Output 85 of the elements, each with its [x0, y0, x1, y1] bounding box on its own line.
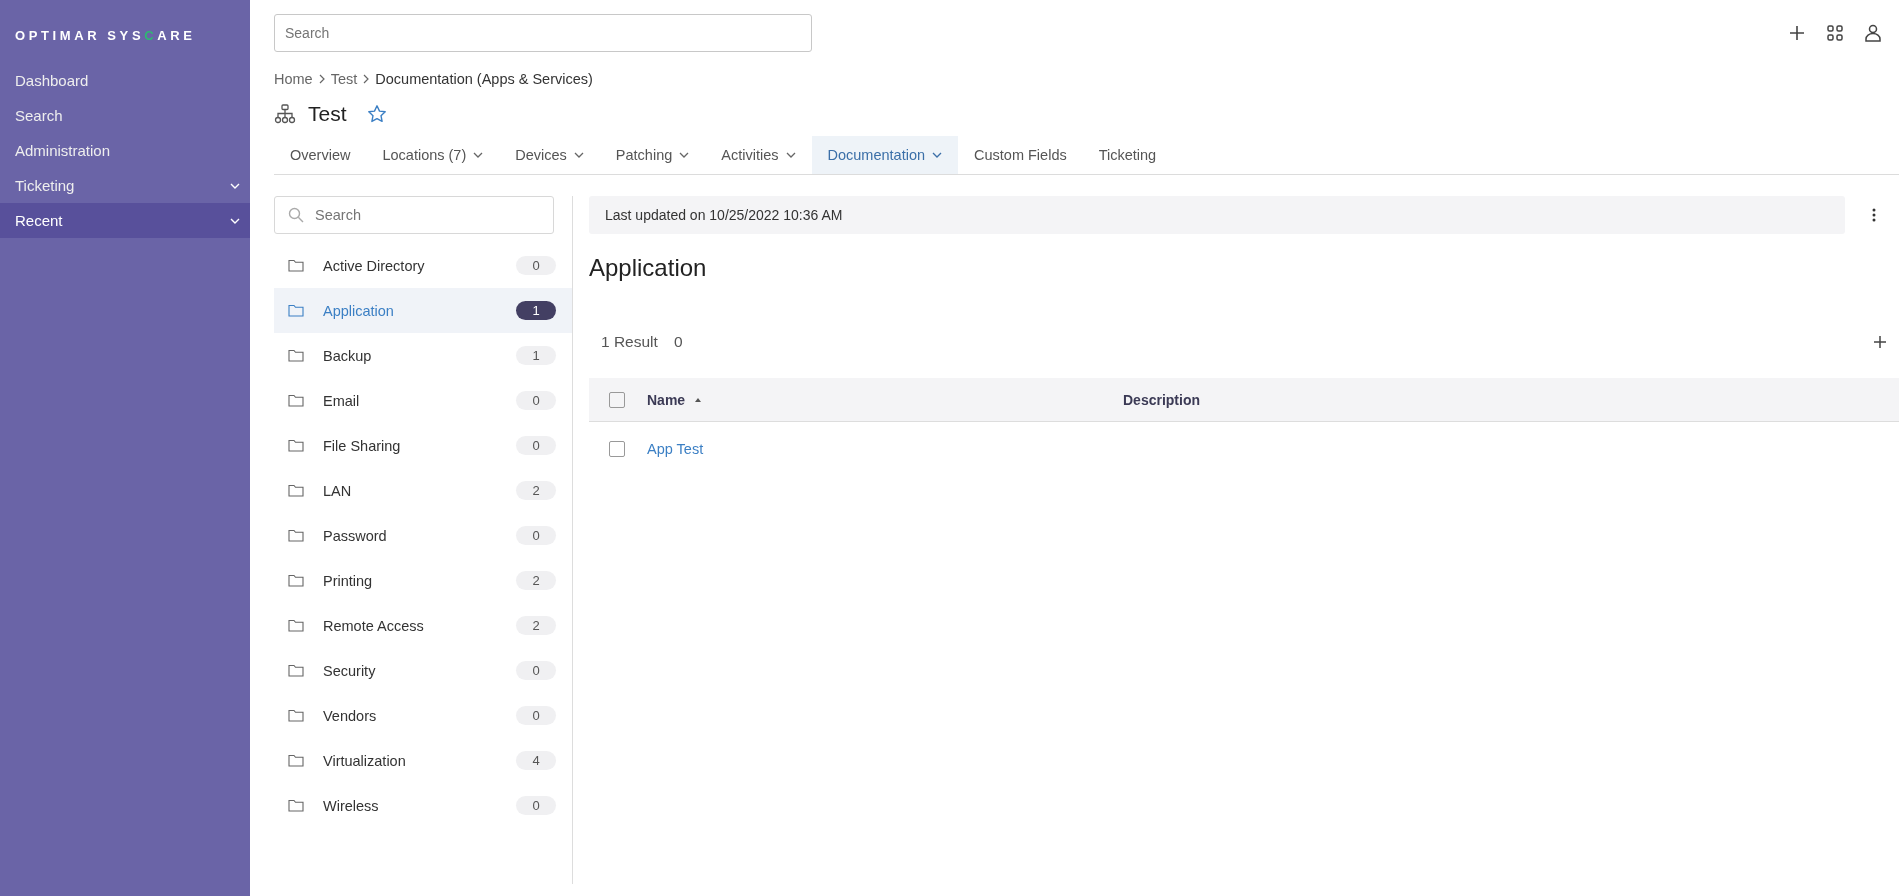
tab[interactable]: Ticketing [1082, 136, 1173, 174]
folder-icon [288, 259, 304, 272]
folder-icon [288, 439, 304, 452]
result-extra: 0 [673, 333, 683, 351]
count-badge: 0 [516, 256, 556, 275]
folder-icon [288, 304, 304, 317]
folder-item[interactable]: Email 0 [274, 378, 572, 423]
sidebar-item[interactable]: Ticketing [0, 168, 250, 203]
tab[interactable]: Overview [274, 136, 367, 174]
folder-item[interactable]: Active Directory 0 [274, 243, 572, 288]
folder-icon [288, 574, 304, 587]
folder-item[interactable]: Application 1 [274, 288, 572, 333]
sidebar-item[interactable]: Search [0, 98, 250, 133]
folder-item[interactable]: LAN 2 [274, 468, 572, 513]
folder-item[interactable]: Remote Access 2 [274, 603, 572, 648]
plus-icon[interactable] [1873, 335, 1887, 349]
chevron-icon [785, 152, 796, 158]
folder-icon [288, 709, 304, 722]
last-updated-bar: Last updated on 10/25/2022 10:36 AM [589, 196, 1845, 234]
tab[interactable]: Locations (7) [366, 136, 500, 174]
grid-icon[interactable] [1827, 25, 1843, 41]
breadcrumb-separator-icon [363, 74, 370, 84]
checkbox[interactable] [609, 441, 625, 457]
count-badge: 4 [516, 751, 556, 770]
count-badge: 1 [516, 301, 556, 320]
folder-item[interactable]: Vendors 0 [274, 693, 572, 738]
chevron-icon [230, 182, 240, 189]
count-badge: 2 [516, 481, 556, 500]
folder-item[interactable]: Backup 1 [274, 333, 572, 378]
folder-icon [288, 394, 304, 407]
chevron-icon [230, 217, 240, 224]
sort-icon [695, 397, 702, 402]
chevron-icon [573, 152, 584, 158]
count-badge: 0 [516, 391, 556, 410]
folder-icon [288, 664, 304, 677]
breadcrumb-separator-icon [318, 74, 325, 84]
search-field[interactable]: Search [274, 14, 812, 52]
folder-item[interactable]: Wireless 0 [274, 783, 572, 828]
tab[interactable]: Activities [705, 136, 812, 174]
folder-item[interactable]: File Sharing 0 [274, 423, 572, 468]
breadcrumb-link[interactable]: Test [330, 71, 358, 87]
chevron-icon [932, 152, 943, 158]
chevron-icon [473, 152, 484, 158]
checkbox[interactable] [609, 391, 625, 408]
breadcrumb-link[interactable]: Home [274, 71, 313, 87]
plus-icon[interactable] [1789, 25, 1805, 41]
column-header[interactable]: Name [647, 391, 702, 408]
count-badge: 0 [516, 796, 556, 815]
folder-item[interactable]: Virtualization 4 [274, 738, 572, 783]
folder-icon [288, 484, 304, 497]
count-badge: 0 [516, 436, 556, 455]
folder-icon [288, 529, 304, 542]
section-title: Application [589, 254, 708, 283]
chevron-icon [679, 152, 690, 158]
item-link[interactable]: App Test [647, 441, 704, 457]
folder-item[interactable]: Security 0 [274, 648, 572, 693]
tab[interactable]: Patching [599, 136, 706, 174]
tab[interactable]: Devices [499, 136, 600, 174]
count-badge: 2 [516, 616, 556, 635]
user-icon[interactable] [1865, 24, 1881, 42]
breadcrumb-current: Documentation (Apps & Services) [375, 71, 593, 87]
folder-icon [288, 349, 304, 362]
sidebar-item[interactable]: Administration [0, 133, 250, 168]
tab[interactable]: Custom Fields [958, 136, 1083, 174]
star-icon[interactable] [366, 104, 387, 124]
column-header[interactable]: Description [1123, 391, 1200, 408]
count-badge: 0 [516, 706, 556, 725]
tab[interactable]: Documentation [811, 136, 959, 174]
folder-icon [288, 754, 304, 767]
result-count: 1 Result [601, 333, 658, 351]
folder-icon [288, 799, 304, 812]
count-badge: 2 [516, 571, 556, 590]
hierarchy-icon [274, 104, 296, 124]
search-field[interactable]: Search [274, 196, 554, 234]
logo: OPTIMAR SYS C ARE [14, 27, 197, 45]
folder-icon [288, 619, 304, 632]
sidebar-item[interactable]: Recent [0, 203, 250, 238]
sidebar-item[interactable]: Dashboard [0, 63, 250, 98]
more-icon[interactable] [1871, 207, 1877, 223]
folder-item[interactable]: Printing 2 [274, 558, 572, 603]
page-title: Test [308, 102, 347, 126]
folder-item[interactable]: Password 0 [274, 513, 572, 558]
count-badge: 1 [516, 346, 556, 365]
count-badge: 0 [516, 661, 556, 680]
count-badge: 0 [516, 526, 556, 545]
